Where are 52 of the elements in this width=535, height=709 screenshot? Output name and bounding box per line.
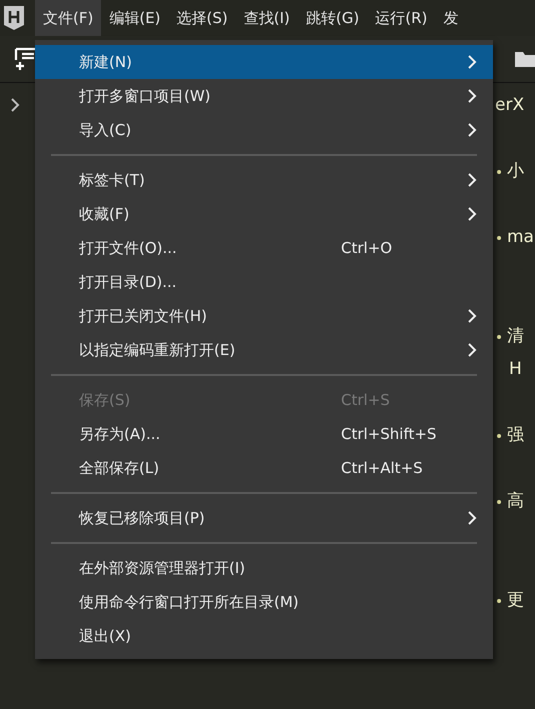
bullet-icon: [497, 170, 501, 174]
code-text: H: [509, 358, 522, 381]
chevron-right-icon: [467, 123, 477, 137]
menu-item[interactable]: 收藏(F): [35, 197, 493, 231]
logo-icon: [3, 5, 25, 31]
bullet-icon: [497, 598, 501, 602]
bullet-icon: [497, 500, 501, 504]
code-text: 小: [507, 160, 524, 183]
bullet-icon: [497, 434, 501, 438]
shortcut-text: Ctrl+O: [341, 238, 392, 257]
menu-item[interactable]: 打开文件(O)... Ctrl+O: [35, 231, 493, 265]
folder-icon[interactable]: [515, 51, 535, 67]
menu-item[interactable]: 打开已关闭文件(H): [35, 299, 493, 333]
code-text: ma: [507, 226, 534, 249]
chevron-right-icon: [467, 309, 477, 323]
shortcut-text: Ctrl+Alt+S: [341, 458, 423, 477]
code-text: erX: [495, 94, 524, 117]
chevron-right-icon: [467, 89, 477, 103]
chevron-right-icon: [10, 98, 20, 112]
bullet-icon: [497, 334, 501, 338]
code-text: 强: [507, 424, 524, 447]
menu-bar-item[interactable]: 运行(R): [367, 0, 436, 36]
menu-item[interactable]: 另存为(A)... Ctrl+Shift+S: [35, 417, 493, 451]
chevron-right-icon: [467, 207, 477, 221]
menu-item[interactable]: 以指定编码重新打开(E): [35, 333, 493, 367]
bullet-icon: [497, 236, 501, 240]
new-file-icon[interactable]: [14, 47, 38, 71]
menu-bar-item[interactable]: 发: [435, 0, 466, 36]
menu-item[interactable]: 打开目录(D)...: [35, 265, 493, 299]
chevron-right-icon: [467, 55, 477, 69]
menu-item[interactable]: 全部保存(L) Ctrl+Alt+S: [35, 451, 493, 485]
menu-item[interactable]: 打开多窗口项目(W): [35, 79, 493, 113]
menu-item[interactable]: 导入(C): [35, 113, 493, 147]
shortcut-text: Ctrl+S: [341, 390, 390, 409]
chevron-right-icon: [467, 173, 477, 187]
menu-bar-item[interactable]: 编辑(E): [101, 0, 169, 36]
menu-item[interactable]: 新建(N): [35, 45, 493, 79]
code-text: 高: [507, 490, 524, 513]
chevron-right-icon: [467, 343, 477, 357]
menu-bar-item[interactable]: 文件(F): [35, 0, 102, 36]
menu-item[interactable]: 在外部资源管理器打开(I): [35, 551, 493, 585]
menu-bar-item[interactable]: 选择(S): [168, 0, 236, 36]
code-text: 更: [507, 588, 524, 612]
menu-bar-item[interactable]: 跳转(G): [298, 0, 368, 36]
menu-item[interactable]: 恢复已移除项目(P): [35, 501, 493, 535]
menu-item[interactable]: 标签卡(T): [35, 163, 493, 197]
shortcut-text: Ctrl+Shift+S: [341, 424, 436, 443]
chevron-right-icon: [467, 511, 477, 525]
menu-item[interactable]: 使用命令行窗口打开所在目录(M): [35, 585, 493, 619]
menu-item[interactable]: 退出(X): [35, 619, 493, 653]
menu-bar-item[interactable]: 查找(I): [236, 0, 298, 36]
code-text: 清: [507, 324, 524, 348]
